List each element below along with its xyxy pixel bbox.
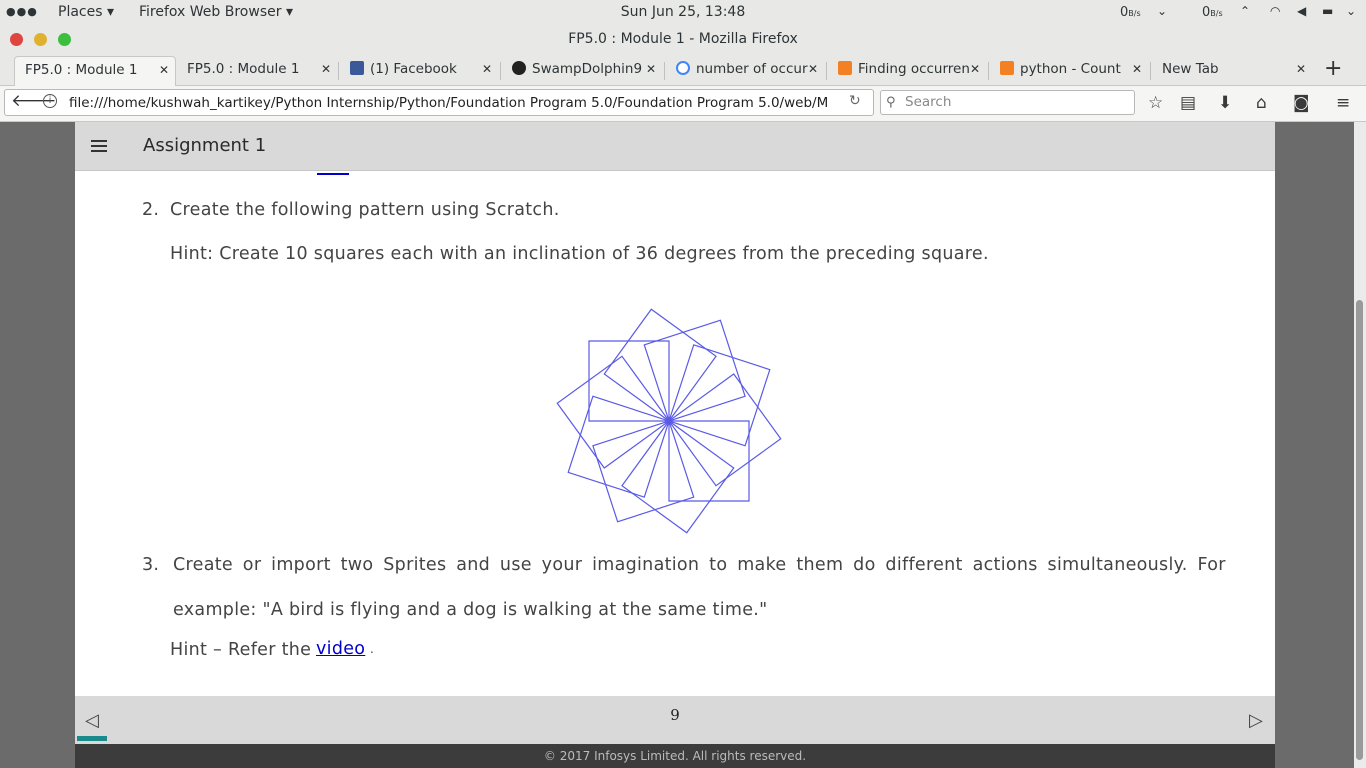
search-placeholder: Search — [905, 94, 952, 110]
search-input[interactable]: ⚲ Search — [880, 90, 1135, 115]
item-2-hint: Hint: Create 10 squares each with an inc… — [170, 244, 989, 264]
github-icon — [512, 61, 526, 75]
item-3-line-1: Create or import two Sprites and use you… — [173, 555, 1226, 575]
rotated-squares-pattern — [556, 308, 782, 534]
tab-label: number of occur — [696, 61, 808, 77]
tab-strip: FP5.0 : Module 1 ✕ FP5.0 : Module 1 ✕ (1) … — [0, 54, 1366, 86]
minimize-window-button[interactable] — [34, 33, 47, 46]
close-tab-icon[interactable]: ✕ — [1296, 56, 1306, 83]
net-monitor-2: 0B/s — [1202, 5, 1223, 20]
chevron-down-icon[interactable]: ⌄ — [1346, 4, 1356, 18]
new-tab-plus-icon[interactable]: + — [1324, 56, 1342, 81]
net1-unit: B/s — [1128, 9, 1141, 18]
facebook-icon — [350, 61, 364, 75]
stackoverflow-icon — [838, 61, 852, 75]
page-number: 9 — [670, 706, 680, 724]
link-period: . — [370, 642, 375, 656]
item-3-line-2: example: "A bird is flying and a dog is … — [173, 600, 768, 620]
tab-module1-active[interactable]: FP5.0 : Module 1 ✕ — [14, 56, 176, 86]
pattern-square — [668, 344, 771, 447]
maximize-window-button[interactable] — [58, 33, 71, 46]
tab-label: Finding occurren — [858, 61, 970, 77]
tab-divider — [338, 62, 339, 80]
reading-progress-bar — [77, 736, 107, 741]
tab-label: (1) Facebook — [370, 61, 457, 77]
home-icon[interactable]: ⌂ — [1256, 93, 1267, 113]
close-tab-icon[interactable]: ✕ — [646, 56, 656, 83]
page-title: Assignment 1 — [143, 135, 267, 156]
partial-link-underline — [317, 171, 349, 175]
tab-google-search[interactable]: number of occur ✕ — [666, 56, 824, 86]
document-header: Assignment 1 — [75, 122, 1275, 171]
wifi-icon[interactable]: ◠ — [1270, 4, 1280, 18]
url-bar[interactable]: 🡐 i file:///home/kushwah_kartikey/Python… — [4, 89, 874, 116]
tab-new[interactable]: New Tab ✕ — [1152, 56, 1312, 86]
chevron-up-icon[interactable]: ⌃ — [1240, 4, 1250, 18]
close-tab-icon[interactable]: ✕ — [808, 56, 818, 83]
tab-divider — [826, 62, 827, 80]
net2-unit: B/s — [1210, 9, 1223, 18]
tab-label: SwampDolphin9 — [532, 61, 643, 77]
item-2-number: 2. — [142, 200, 160, 220]
pattern-square — [567, 395, 670, 498]
bookmark-star-icon[interactable]: ☆ — [1148, 93, 1163, 113]
net-monitor-1: 0B/s — [1120, 5, 1141, 20]
close-tab-icon[interactable]: ✕ — [159, 57, 169, 84]
navigation-toolbar: 🡐 i file:///home/kushwah_kartikey/Python… — [0, 86, 1366, 122]
chevron-down-icon[interactable]: ⌄ — [1157, 4, 1167, 18]
copyright-footer: © 2017 Infosys Limited. All rights reser… — [75, 744, 1275, 768]
tab-divider — [500, 62, 501, 80]
item-2-text: Create the following pattern using Scrat… — [170, 200, 560, 220]
tab-github[interactable]: SwampDolphin9 ✕ — [502, 56, 662, 86]
system-top-bar: ●●● Places ▾ Firefox Web Browser ▾ Sun J… — [0, 0, 1366, 26]
google-icon — [676, 61, 690, 75]
window-title: FP5.0 : Module 1 - Mozilla Firefox — [568, 31, 798, 47]
stackoverflow-icon — [1000, 61, 1014, 75]
pattern-square — [556, 355, 670, 469]
tab-divider — [1150, 62, 1151, 80]
pagination-footer: ◁ 9 ▷ — [75, 696, 1275, 744]
tab-divider — [988, 62, 989, 80]
volume-icon[interactable]: ◀ — [1297, 4, 1306, 18]
tab-label: python - Count — [1020, 61, 1121, 77]
item-3-hint: Hint – Refer the — [170, 640, 312, 660]
tab-label: New Tab — [1162, 61, 1219, 77]
close-tab-icon[interactable]: ✕ — [321, 56, 331, 83]
reload-icon[interactable]: ↻ — [849, 93, 861, 109]
tab-label: FP5.0 : Module 1 — [187, 61, 300, 77]
document-body: 2. Create the following pattern using Sc… — [75, 122, 1275, 696]
download-icon[interactable]: ⬇ — [1218, 93, 1232, 113]
battery-icon[interactable]: ▬ — [1322, 4, 1333, 18]
close-tab-icon[interactable]: ✕ — [970, 56, 980, 83]
pattern-square — [588, 340, 670, 422]
url-text[interactable]: file:///home/kushwah_kartikey/Python Int… — [69, 95, 829, 111]
pattern-square — [603, 308, 717, 422]
reading-list-icon[interactable]: ▤ — [1180, 93, 1196, 113]
pattern-square — [668, 420, 750, 502]
pattern-square — [668, 373, 782, 487]
hamburger-menu-icon[interactable]: ≡ — [1336, 93, 1350, 113]
tab-facebook[interactable]: (1) Facebook ✕ — [340, 56, 498, 86]
tab-stackoverflow-1[interactable]: Finding occurren ✕ — [828, 56, 986, 86]
pattern-square — [592, 420, 695, 523]
search-icon: ⚲ — [886, 95, 896, 110]
video-link[interactable]: video — [316, 639, 365, 659]
tab-module1[interactable]: FP5.0 : Module 1 ✕ — [177, 56, 337, 86]
item-3-number: 3. — [142, 555, 160, 575]
next-page-button[interactable]: ▷ — [1249, 710, 1263, 731]
info-icon[interactable]: i — [43, 94, 57, 108]
pocket-icon[interactable]: ◙ — [1293, 93, 1310, 113]
pattern-square — [621, 420, 735, 534]
tab-divider — [664, 62, 665, 80]
close-tab-icon[interactable]: ✕ — [1132, 56, 1142, 83]
tab-stackoverflow-2[interactable]: python - Count ✕ — [990, 56, 1148, 86]
tab-label: FP5.0 : Module 1 — [25, 62, 138, 78]
pattern-square — [643, 319, 746, 422]
close-tab-icon[interactable]: ✕ — [482, 56, 492, 83]
hamburger-menu-icon[interactable] — [91, 140, 107, 152]
scrollbar-thumb[interactable] — [1356, 300, 1363, 760]
window-titlebar: FP5.0 : Module 1 - Mozilla Firefox — [0, 26, 1366, 54]
close-window-button[interactable] — [10, 33, 23, 46]
